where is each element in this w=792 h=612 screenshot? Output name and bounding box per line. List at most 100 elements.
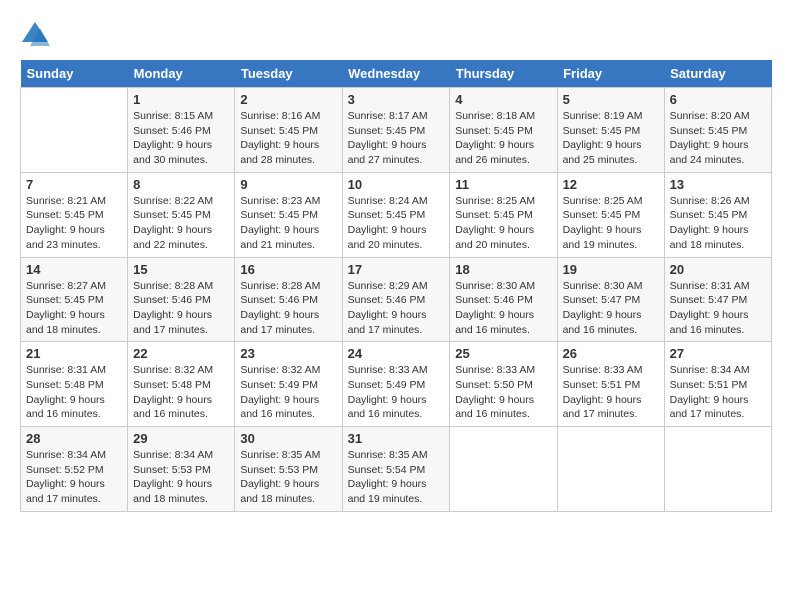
- day-cell: 22Sunrise: 8:32 AM Sunset: 5:48 PM Dayli…: [128, 342, 235, 427]
- header-cell-thursday: Thursday: [450, 60, 557, 88]
- day-cell: 31 Sunrise: 8:35 AM Sunset: 5:54 PM Dayli…: [342, 427, 450, 512]
- day-cell: 16 Sunrise: 8:28 AM Sunset: 5:46 PM Dayli…: [235, 257, 342, 342]
- day-number: 21: [26, 346, 122, 361]
- day-number: 24: [348, 346, 445, 361]
- day-number: 5: [563, 92, 659, 107]
- day-number: 14: [26, 262, 122, 277]
- day-cell: 25 Sunrise: 8:33 AM Sunset: 5:50 PM Dayli…: [450, 342, 557, 427]
- day-info: Sunrise: 8:21 AM Sunset: 5:45 PM Dayligh…: [26, 194, 122, 253]
- day-info: Sunrise: 8:15 AM Sunset: 5:46 PM Dayligh…: [133, 109, 229, 168]
- day-number: 9: [240, 177, 336, 192]
- day-cell: [21, 88, 128, 173]
- day-info: Sunrise: 8:30 AM Sunset: 5:47 PM Dayligh…: [563, 279, 659, 338]
- day-info: Sunrise: 8:35 AM Sunset: 5:54 PM Dayligh…: [348, 448, 445, 507]
- day-number: 16: [240, 262, 336, 277]
- header-cell-saturday: Saturday: [664, 60, 771, 88]
- logo-icon: [20, 20, 50, 50]
- day-info: Sunrise: 8:30 AM Sunset: 5:46 PM Dayligh…: [455, 279, 551, 338]
- day-cell: 21 Sunrise: 8:31 AM Sunset: 5:48 PM Dayli…: [21, 342, 128, 427]
- day-number: 1: [133, 92, 229, 107]
- day-info: Sunrise: 8:28 AM Sunset: 5:46 PM Dayligh…: [133, 279, 229, 338]
- day-cell: 26 Sunrise: 8:33 AM Sunset: 5:51 PM Dayli…: [557, 342, 664, 427]
- day-cell: 5 Sunrise: 8:19 AM Sunset: 5:45 PM Daylig…: [557, 88, 664, 173]
- week-row-3: 14 Sunrise: 8:27 AM Sunset: 5:45 PM Dayli…: [21, 257, 772, 342]
- day-number: 7: [26, 177, 122, 192]
- header-row: SundayMondayTuesdayWednesdayThursdayFrid…: [21, 60, 772, 88]
- day-info: Sunrise: 8:34 AM Sunset: 5:53 PM Dayligh…: [133, 448, 229, 507]
- day-cell: 23 Sunrise: 8:32 AM Sunset: 5:49 PM Dayli…: [235, 342, 342, 427]
- day-info: Sunrise: 8:25 AM Sunset: 5:45 PM Dayligh…: [455, 194, 551, 253]
- day-cell: 6 Sunrise: 8:20 AM Sunset: 5:45 PM Daylig…: [664, 88, 771, 173]
- day-number: 30: [240, 431, 336, 446]
- week-row-5: 28 Sunrise: 8:34 AM Sunset: 5:52 PM Dayli…: [21, 427, 772, 512]
- day-cell: 9 Sunrise: 8:23 AM Sunset: 5:45 PM Daylig…: [235, 172, 342, 257]
- day-cell: 10 Sunrise: 8:24 AM Sunset: 5:45 PM Dayli…: [342, 172, 450, 257]
- day-info: Sunrise: 8:29 AM Sunset: 5:46 PM Dayligh…: [348, 279, 445, 338]
- day-cell: 4Sunrise: 8:18 AM Sunset: 5:45 PM Daylig…: [450, 88, 557, 173]
- day-number: 15: [133, 262, 229, 277]
- day-cell: 29 Sunrise: 8:34 AM Sunset: 5:53 PM Dayli…: [128, 427, 235, 512]
- header-cell-tuesday: Tuesday: [235, 60, 342, 88]
- day-number: 8: [133, 177, 229, 192]
- day-number: 4: [455, 92, 551, 107]
- day-cell: [664, 427, 771, 512]
- day-number: 10: [348, 177, 445, 192]
- day-cell: 2 Sunrise: 8:16 AM Sunset: 5:45 PM Daylig…: [235, 88, 342, 173]
- day-info: Sunrise: 8:19 AM Sunset: 5:45 PM Dayligh…: [563, 109, 659, 168]
- day-info: Sunrise: 8:20 AM Sunset: 5:45 PM Dayligh…: [670, 109, 766, 168]
- day-cell: 14 Sunrise: 8:27 AM Sunset: 5:45 PM Dayli…: [21, 257, 128, 342]
- day-cell: 1 Sunrise: 8:15 AM Sunset: 5:46 PM Daylig…: [128, 88, 235, 173]
- day-number: 31: [348, 431, 445, 446]
- page-header: [20, 20, 772, 50]
- day-info: Sunrise: 8:27 AM Sunset: 5:45 PM Dayligh…: [26, 279, 122, 338]
- day-number: 17: [348, 262, 445, 277]
- day-info: Sunrise: 8:33 AM Sunset: 5:49 PM Dayligh…: [348, 363, 445, 422]
- day-info: Sunrise: 8:24 AM Sunset: 5:45 PM Dayligh…: [348, 194, 445, 253]
- header-cell-sunday: Sunday: [21, 60, 128, 88]
- week-row-2: 7 Sunrise: 8:21 AM Sunset: 5:45 PM Daylig…: [21, 172, 772, 257]
- day-number: 22: [133, 346, 229, 361]
- day-number: 12: [563, 177, 659, 192]
- week-row-4: 21 Sunrise: 8:31 AM Sunset: 5:48 PM Dayli…: [21, 342, 772, 427]
- day-info: Sunrise: 8:26 AM Sunset: 5:45 PM Dayligh…: [670, 194, 766, 253]
- day-info: Sunrise: 8:31 AM Sunset: 5:48 PM Dayligh…: [26, 363, 122, 422]
- day-info: Sunrise: 8:33 AM Sunset: 5:50 PM Dayligh…: [455, 363, 551, 422]
- day-info: Sunrise: 8:16 AM Sunset: 5:45 PM Dayligh…: [240, 109, 336, 168]
- day-number: 11: [455, 177, 551, 192]
- day-info: Sunrise: 8:33 AM Sunset: 5:51 PM Dayligh…: [563, 363, 659, 422]
- day-cell: 11 Sunrise: 8:25 AM Sunset: 5:45 PM Dayli…: [450, 172, 557, 257]
- day-number: 25: [455, 346, 551, 361]
- day-cell: [557, 427, 664, 512]
- header-cell-friday: Friday: [557, 60, 664, 88]
- day-number: 27: [670, 346, 766, 361]
- day-info: Sunrise: 8:32 AM Sunset: 5:49 PM Dayligh…: [240, 363, 336, 422]
- day-cell: 28 Sunrise: 8:34 AM Sunset: 5:52 PM Dayli…: [21, 427, 128, 512]
- day-number: 2: [240, 92, 336, 107]
- day-info: Sunrise: 8:17 AM Sunset: 5:45 PM Dayligh…: [348, 109, 445, 168]
- day-info: Sunrise: 8:34 AM Sunset: 5:52 PM Dayligh…: [26, 448, 122, 507]
- day-cell: 8 Sunrise: 8:22 AM Sunset: 5:45 PM Daylig…: [128, 172, 235, 257]
- calendar-table: SundayMondayTuesdayWednesdayThursdayFrid…: [20, 60, 772, 512]
- week-row-1: 1 Sunrise: 8:15 AM Sunset: 5:46 PM Daylig…: [21, 88, 772, 173]
- day-cell: 7 Sunrise: 8:21 AM Sunset: 5:45 PM Daylig…: [21, 172, 128, 257]
- day-number: 26: [563, 346, 659, 361]
- day-number: 28: [26, 431, 122, 446]
- day-info: Sunrise: 8:35 AM Sunset: 5:53 PM Dayligh…: [240, 448, 336, 507]
- day-number: 29: [133, 431, 229, 446]
- day-cell: 30 Sunrise: 8:35 AM Sunset: 5:53 PM Dayli…: [235, 427, 342, 512]
- day-cell: 24 Sunrise: 8:33 AM Sunset: 5:49 PM Dayli…: [342, 342, 450, 427]
- day-info: Sunrise: 8:25 AM Sunset: 5:45 PM Dayligh…: [563, 194, 659, 253]
- day-cell: 3Sunrise: 8:17 AM Sunset: 5:45 PM Daylig…: [342, 88, 450, 173]
- day-info: Sunrise: 8:23 AM Sunset: 5:45 PM Dayligh…: [240, 194, 336, 253]
- day-cell: 20Sunrise: 8:31 AM Sunset: 5:47 PM Dayli…: [664, 257, 771, 342]
- day-cell: 19 Sunrise: 8:30 AM Sunset: 5:47 PM Dayli…: [557, 257, 664, 342]
- day-number: 6: [670, 92, 766, 107]
- day-info: Sunrise: 8:22 AM Sunset: 5:45 PM Dayligh…: [133, 194, 229, 253]
- day-number: 19: [563, 262, 659, 277]
- header-cell-monday: Monday: [128, 60, 235, 88]
- day-number: 23: [240, 346, 336, 361]
- day-number: 20: [670, 262, 766, 277]
- day-number: 13: [670, 177, 766, 192]
- day-cell: 12 Sunrise: 8:25 AM Sunset: 5:45 PM Dayli…: [557, 172, 664, 257]
- day-info: Sunrise: 8:28 AM Sunset: 5:46 PM Dayligh…: [240, 279, 336, 338]
